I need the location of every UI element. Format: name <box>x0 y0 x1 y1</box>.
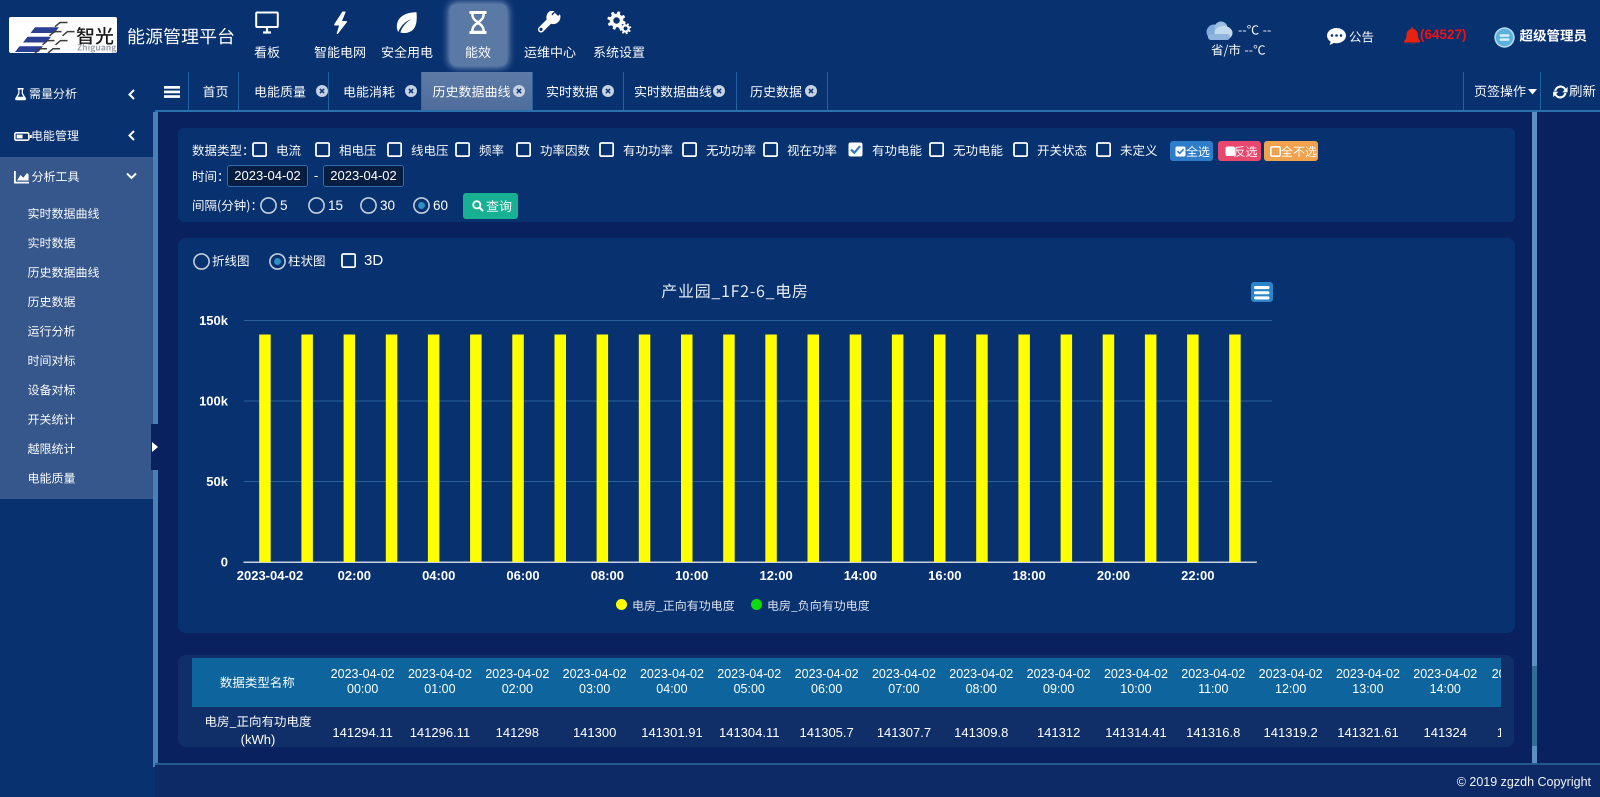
svg-text:08:00: 08:00 <box>591 568 624 583</box>
svg-text:0: 0 <box>221 555 228 570</box>
svg-text:2023-04-02: 2023-04-02 <box>237 568 304 583</box>
svg-text:20:00: 20:00 <box>1097 568 1130 583</box>
svg-text:100k: 100k <box>199 394 229 409</box>
svg-text:06:00: 06:00 <box>506 568 539 583</box>
svg-text:16:00: 16:00 <box>928 568 961 583</box>
svg-text:10:00: 10:00 <box>675 568 708 583</box>
svg-text:04:00: 04:00 <box>422 568 455 583</box>
svg-text:150k: 150k <box>199 313 229 328</box>
svg-text:22:00: 22:00 <box>1181 568 1214 583</box>
svg-text:14:00: 14:00 <box>844 568 877 583</box>
svg-text:18:00: 18:00 <box>1012 568 1045 583</box>
svg-text:12:00: 12:00 <box>759 568 792 583</box>
svg-text:02:00: 02:00 <box>338 568 371 583</box>
svg-text:50k: 50k <box>206 474 228 489</box>
